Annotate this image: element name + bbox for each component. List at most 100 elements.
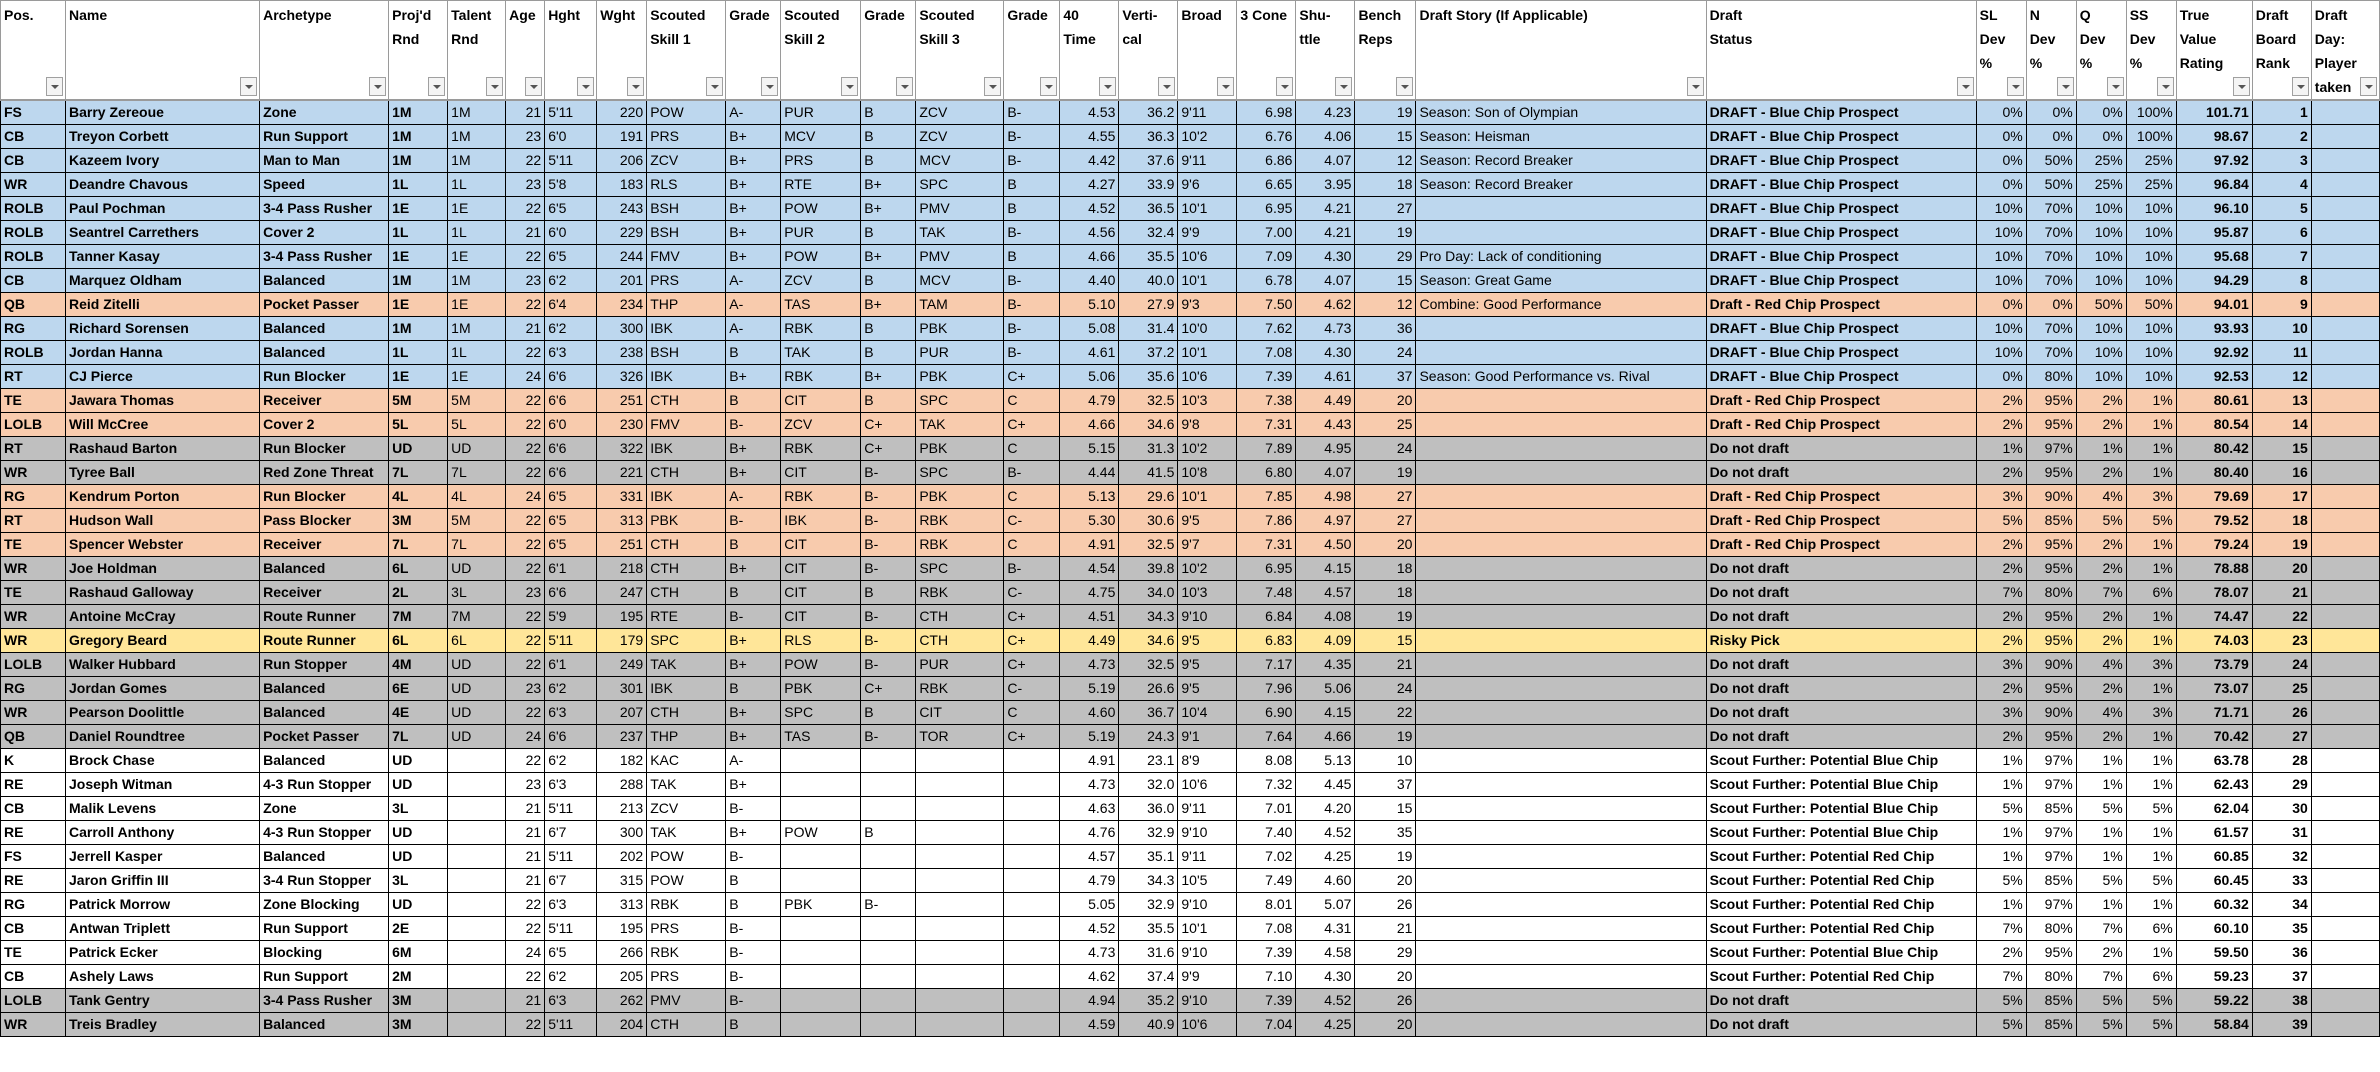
cell-pos[interactable]: RE [0, 772, 67, 797]
cell-draft-status[interactable]: Scout Further: Potential Blue Chip [1705, 940, 1977, 965]
cell-name[interactable]: Patrick Morrow [65, 892, 261, 917]
cell-height[interactable]: 6'5 [544, 940, 598, 965]
cell-pos[interactable]: WR [0, 556, 67, 581]
cell-name[interactable]: Patrick Ecker [65, 940, 261, 965]
cell-draft-day-taken[interactable] [2310, 844, 2380, 869]
cell-skill1[interactable]: PMV [646, 988, 727, 1013]
cell-skill2[interactable]: CIT [780, 556, 862, 581]
cell-bench-reps[interactable]: 19 [1354, 604, 1417, 629]
cell-skill3[interactable]: RBK [915, 580, 1005, 605]
cell-age[interactable]: 23 [505, 772, 546, 797]
cell-ss-dev[interactable]: 5% [2125, 988, 2177, 1013]
cell-forty-time[interactable]: 4.73 [1059, 940, 1120, 965]
cell-weight[interactable]: 243 [596, 196, 648, 221]
cell-forty-time[interactable]: 4.79 [1059, 868, 1120, 893]
cell-n-dev[interactable]: 70% [2025, 340, 2077, 365]
cell-bench-reps[interactable]: 20 [1354, 388, 1417, 413]
cell-q-dev[interactable]: 5% [2075, 868, 2127, 893]
cell-draft-status[interactable]: DRAFT - Blue Chip Prospect [1705, 196, 1977, 221]
cell-ss-dev[interactable]: 10% [2125, 268, 2177, 293]
cell-vertical[interactable]: 35.1 [1118, 844, 1179, 869]
cell-skill3[interactable] [915, 940, 1005, 965]
cell-n-dev[interactable]: 95% [2025, 412, 2077, 437]
cell-forty-time[interactable]: 4.42 [1059, 148, 1120, 173]
cell-draft-story[interactable]: Pro Day: Lack of conditioning [1415, 244, 1707, 269]
cell-draft-board-rank[interactable]: 29 [2251, 772, 2312, 797]
cell-bench-reps[interactable]: 35 [1354, 820, 1417, 845]
cell-archetype[interactable]: Balanced [259, 748, 390, 773]
cell-ss-dev[interactable]: 1% [2125, 940, 2177, 965]
cell-age[interactable]: 22 [505, 1012, 546, 1037]
cell-shuttle[interactable]: 4.15 [1295, 556, 1356, 581]
cell-skill1[interactable]: FMV [646, 244, 727, 269]
cell-name[interactable]: Reid Zitelli [65, 292, 261, 317]
cell-height[interactable]: 6'6 [544, 460, 598, 485]
cell-forty-time[interactable]: 5.30 [1059, 508, 1120, 533]
cell-talent-rnd[interactable] [447, 1012, 507, 1037]
cell-talent-rnd[interactable]: 3L [447, 580, 507, 605]
cell-grade2[interactable]: B- [860, 892, 917, 917]
cell-broad[interactable]: 10'0 [1177, 316, 1238, 341]
cell-grade2[interactable]: B [860, 340, 917, 365]
cell-draft-status[interactable]: Scout Further: Potential Blue Chip [1705, 772, 1977, 797]
cell-three-cone[interactable]: 7.49 [1236, 868, 1297, 893]
cell-forty-time[interactable]: 4.62 [1059, 964, 1120, 989]
cell-skill3[interactable]: PUR [915, 652, 1005, 677]
cell-shuttle[interactable]: 3.95 [1295, 172, 1356, 197]
cell-weight[interactable]: 195 [596, 604, 648, 629]
cell-shuttle[interactable]: 4.49 [1295, 388, 1356, 413]
cell-grade1[interactable]: B- [725, 508, 782, 533]
cell-skill1[interactable]: ZCV [646, 796, 727, 821]
cell-skill2[interactable]: CIT [780, 604, 862, 629]
cell-age[interactable]: 22 [505, 556, 546, 581]
cell-vertical[interactable]: 40.0 [1118, 268, 1179, 293]
cell-height[interactable]: 6'6 [544, 364, 598, 389]
cell-age[interactable]: 23 [505, 124, 546, 149]
cell-skill2[interactable] [780, 940, 862, 965]
cell-grade3[interactable]: B- [1003, 148, 1061, 173]
cell-skill1[interactable]: PRS [646, 124, 727, 149]
cell-shuttle[interactable]: 4.43 [1295, 412, 1356, 437]
cell-draft-status[interactable]: Do not draft [1705, 652, 1977, 677]
cell-archetype[interactable]: Receiver [259, 532, 390, 557]
cell-draft-story[interactable] [1415, 964, 1707, 989]
cell-skill3[interactable]: PBK [915, 436, 1005, 461]
cell-true-value-rating[interactable]: 73.07 [2175, 676, 2253, 701]
cell-draft-story[interactable] [1415, 340, 1707, 365]
cell-broad[interactable]: 9'10 [1177, 892, 1238, 917]
cell-skill1[interactable]: BSH [646, 196, 727, 221]
filter-dropdown-button[interactable] [1686, 77, 1704, 96]
cell-shuttle[interactable]: 4.98 [1295, 484, 1356, 509]
cell-draft-status[interactable]: Do not draft [1705, 988, 1977, 1013]
cell-grade1[interactable]: B+ [725, 148, 782, 173]
cell-draft-day-taken[interactable] [2310, 772, 2380, 797]
cell-archetype[interactable]: 3-4 Pass Rusher [259, 244, 390, 269]
cell-grade1[interactable]: A- [725, 316, 782, 341]
cell-n-dev[interactable]: 80% [2025, 916, 2077, 941]
cell-talent-rnd[interactable]: UD [447, 700, 507, 725]
cell-projd-rnd[interactable]: 3M [388, 1012, 449, 1037]
filter-dropdown-button[interactable] [2106, 77, 2124, 96]
cell-bench-reps[interactable]: 18 [1354, 556, 1417, 581]
cell-draft-board-rank[interactable]: 14 [2251, 412, 2312, 437]
cell-grade2[interactable]: B [860, 124, 917, 149]
cell-sl-dev[interactable]: 5% [1975, 796, 2027, 821]
cell-draft-story[interactable] [1415, 652, 1707, 677]
cell-sl-dev[interactable]: 3% [1975, 700, 2027, 725]
cell-draft-status[interactable]: Do not draft [1705, 676, 1977, 701]
cell-grade2[interactable]: B- [860, 628, 917, 653]
cell-archetype[interactable]: Run Blocker [259, 436, 390, 461]
cell-weight[interactable]: 182 [596, 748, 648, 773]
cell-draft-day-taken[interactable] [2310, 652, 2380, 677]
cell-three-cone[interactable]: 7.08 [1236, 916, 1297, 941]
cell-height[interactable]: 6'0 [544, 412, 598, 437]
cell-draft-board-rank[interactable]: 21 [2251, 580, 2312, 605]
cell-n-dev[interactable]: 70% [2025, 268, 2077, 293]
cell-n-dev[interactable]: 95% [2025, 604, 2077, 629]
cell-broad[interactable]: 9'9 [1177, 220, 1238, 245]
cell-projd-rnd[interactable]: 1E [388, 292, 449, 317]
cell-name[interactable]: Jerrell Kasper [65, 844, 261, 869]
cell-vertical[interactable]: 26.6 [1118, 676, 1179, 701]
cell-draft-day-taken[interactable] [2310, 964, 2380, 989]
cell-talent-rnd[interactable]: 1E [447, 244, 507, 269]
